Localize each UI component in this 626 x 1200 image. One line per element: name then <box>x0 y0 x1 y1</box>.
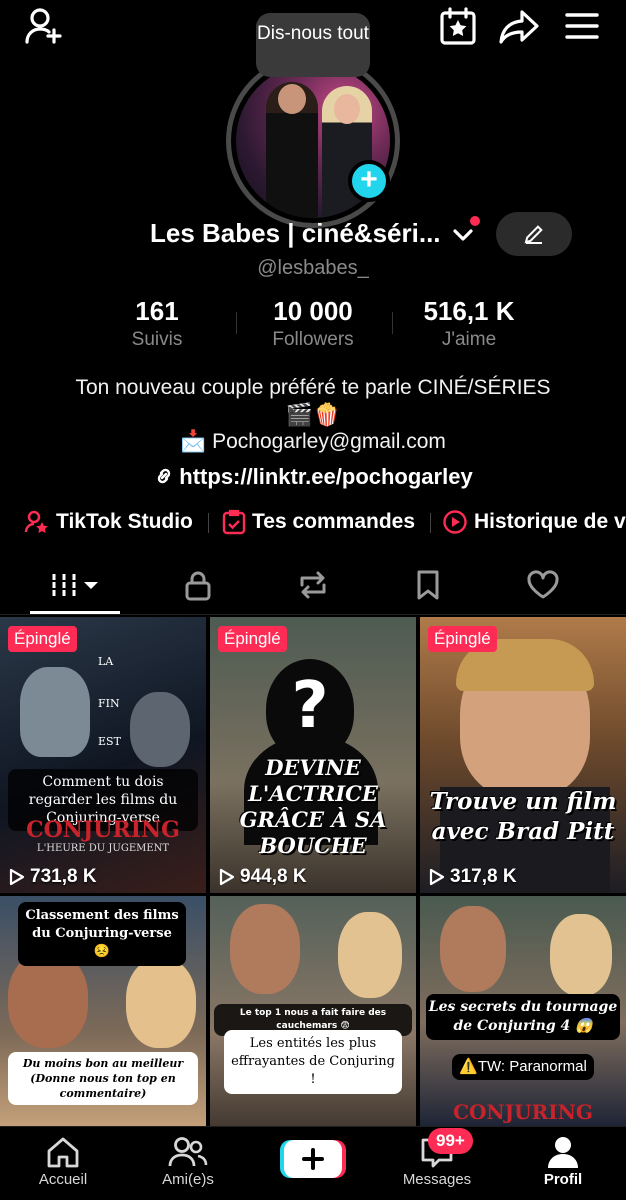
view-count-text: 944,8 K <box>240 866 307 887</box>
tab-videos[interactable] <box>25 560 125 610</box>
create-button[interactable] <box>280 1138 346 1180</box>
video-subcaption: Du moins bon au meilleur (Donne nous ton… <box>8 1052 198 1105</box>
view-count-text: 317,8 K <box>450 866 517 887</box>
friends-icon <box>168 1137 208 1167</box>
video-caption: Trouve un film avec Brad Pitt <box>429 788 617 845</box>
stat-label: Followers <box>272 329 354 350</box>
bio-email: 📩 Pochogarley@gmail.com <box>0 430 626 454</box>
video-thumbnail[interactable]: Le top 1 nous a fait faire des cauchemar… <box>210 896 416 1126</box>
divider <box>0 614 626 615</box>
bio-emoji: 🎬🍿 <box>285 402 341 427</box>
view-count: 317,8 K <box>428 866 517 888</box>
stat-followers[interactable]: 10 000 Followers <box>228 296 398 351</box>
video-caption: Classement des films du Conjuring-verse … <box>18 902 186 966</box>
stat-following[interactable]: 161 Suivis <box>72 296 242 351</box>
stat-value: 516,1 K <box>423 296 515 326</box>
play-icon <box>219 868 235 886</box>
view-count-text: 731,8 K <box>30 866 97 887</box>
poster-subtitle: L'HEURE DU JUGEMENT <box>36 843 170 854</box>
view-count: 731,8 K <box>8 866 97 888</box>
profile-name: Les Babes | ciné&séri... <box>150 218 441 248</box>
nav-profile[interactable]: Profil <box>508 1133 618 1188</box>
tooltip[interactable]: Dis-nous tout <box>256 13 370 77</box>
stat-likes[interactable]: 516,1 K J'aime <box>384 296 554 351</box>
video-caption: DEVINE L'ACTRICE GRÂCE À SA BOUCHE <box>239 755 387 858</box>
poster-text: FIN <box>98 697 120 710</box>
message-badge: 99+ <box>428 1128 473 1154</box>
play-circle-icon <box>443 510 467 534</box>
notification-dot <box>470 216 480 226</box>
calendar-star-icon[interactable] <box>438 6 478 46</box>
bio-line: Ton nouveau couple préféré te parle CINÉ… <box>75 376 551 399</box>
history-button[interactable]: Historique de v <box>442 507 626 537</box>
heart-icon <box>527 570 559 599</box>
quick-action-label: Historique de v <box>474 510 626 533</box>
clipboard-check-icon <box>222 509 246 535</box>
grid-icon <box>52 574 98 596</box>
poster-text: LA <box>98 655 114 668</box>
menu-icon[interactable] <box>562 8 602 44</box>
quick-action-label: TikTok Studio <box>56 510 193 533</box>
poster-title: CONJURING <box>26 817 180 843</box>
nav-label: Profil <box>543 1171 583 1188</box>
plus-icon <box>280 1140 346 1178</box>
bookmark-icon <box>417 570 439 600</box>
quick-action-label: Tes commandes <box>252 510 416 533</box>
play-icon <box>9 868 25 886</box>
video-subcaption: ⚠️TW: Paranormal <box>452 1054 594 1080</box>
home-icon <box>47 1137 79 1168</box>
video-thumbnail[interactable]: LA FIN EST Comment tu dois regarder les … <box>0 617 206 893</box>
divider <box>430 513 431 533</box>
tab-private[interactable] <box>148 560 248 610</box>
email-text: Pochogarley@gmail.com <box>212 430 446 453</box>
video-thumbnail[interactable]: Les secrets du tournage de Conjuring 4 😱… <box>420 896 626 1126</box>
nav-friends[interactable]: Ami(e)s <box>133 1133 243 1188</box>
video-thumbnail[interactable]: ? DEVINE L'ACTRICE GRÂCE À SA BOUCHE Épi… <box>210 617 416 893</box>
nav-label: Ami(e)s <box>162 1171 214 1188</box>
tiktok-studio-button[interactable]: TikTok Studio <box>24 507 193 537</box>
share-icon[interactable] <box>498 6 540 46</box>
repost-icon <box>300 571 326 599</box>
nav-label: Accueil <box>38 1171 88 1188</box>
add-story-button[interactable]: + <box>348 160 390 202</box>
play-icon <box>429 868 445 886</box>
video-thumbnail[interactable]: Classement des films du Conjuring-verse … <box>0 896 206 1126</box>
video-caption: Les secrets du tournage de Conjuring 4 😱 <box>426 994 620 1040</box>
studio-icon <box>24 510 48 533</box>
poster-title: CONJURING <box>453 1100 593 1124</box>
lock-icon <box>185 571 211 601</box>
stat-label: Suivis <box>131 329 183 350</box>
stat-value: 161 <box>135 296 179 326</box>
profile-link[interactable]: https://linktr.ee/pochogarley <box>0 464 626 490</box>
chevron-down-icon[interactable] <box>450 222 476 248</box>
link-text[interactable]: https://linktr.ee/pochogarley <box>179 464 472 489</box>
pencil-icon <box>524 225 543 244</box>
stat-label: J'aime <box>441 329 497 350</box>
stat-value: 10 000 <box>273 296 353 326</box>
pinned-badge: Épinglé <box>218 626 287 652</box>
video-subcaption: Les entités les plus effrayantes de Conj… <box>224 1030 402 1094</box>
pinned-badge: Épinglé <box>428 626 497 652</box>
nav-home[interactable]: Accueil <box>8 1133 118 1188</box>
envelope-icon: 📩 <box>180 430 207 453</box>
video-thumbnail[interactable]: Trouve un film avec Brad Pitt Épinglé 31… <box>420 617 626 893</box>
profile-handle: @lesbabes_ <box>257 257 369 279</box>
link-icon <box>158 468 171 484</box>
question-mark: ? <box>291 669 329 743</box>
nav-label: Messages <box>402 1171 472 1188</box>
edit-profile-button[interactable] <box>496 212 572 256</box>
divider <box>208 513 209 533</box>
tab-reposts[interactable] <box>263 560 363 610</box>
orders-button[interactable]: Tes commandes <box>222 507 415 537</box>
tab-liked[interactable] <box>493 560 593 610</box>
profile-icon <box>548 1137 578 1168</box>
view-count: 944,8 K <box>218 866 307 888</box>
add-friend-icon[interactable] <box>24 6 64 46</box>
tab-favorites[interactable] <box>378 560 478 610</box>
pinned-badge: Épinglé <box>8 626 77 652</box>
poster-text: EST <box>98 735 121 748</box>
